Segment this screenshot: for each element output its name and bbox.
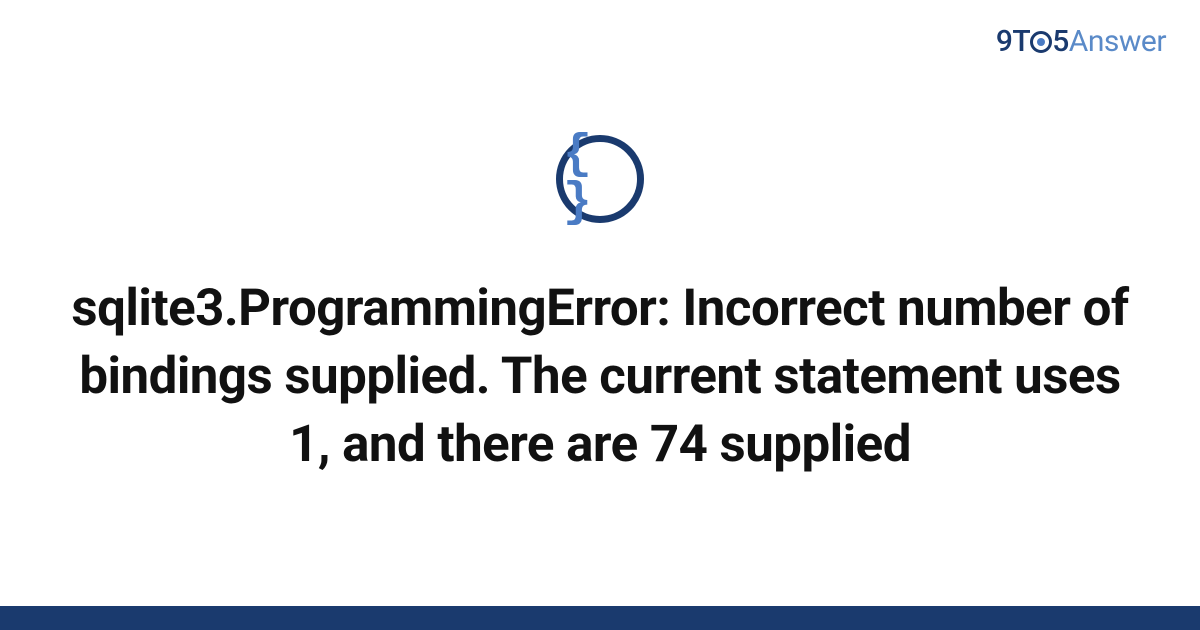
logo-clock-icon [1030, 24, 1052, 59]
site-logo: 9T 5Answer [996, 24, 1166, 59]
logo-text-answer: Answer [1069, 24, 1166, 59]
category-icon-container: { } [556, 135, 644, 223]
logo-text-5: 5 [1052, 24, 1069, 59]
footer-bar [0, 606, 1200, 630]
logo-text-9t: 9T [996, 24, 1030, 59]
question-title: sqlite3.ProgrammingError: Incorrect numb… [70, 275, 1130, 478]
icon-circle: { } [556, 135, 644, 223]
code-braces-icon: { } [563, 131, 637, 227]
